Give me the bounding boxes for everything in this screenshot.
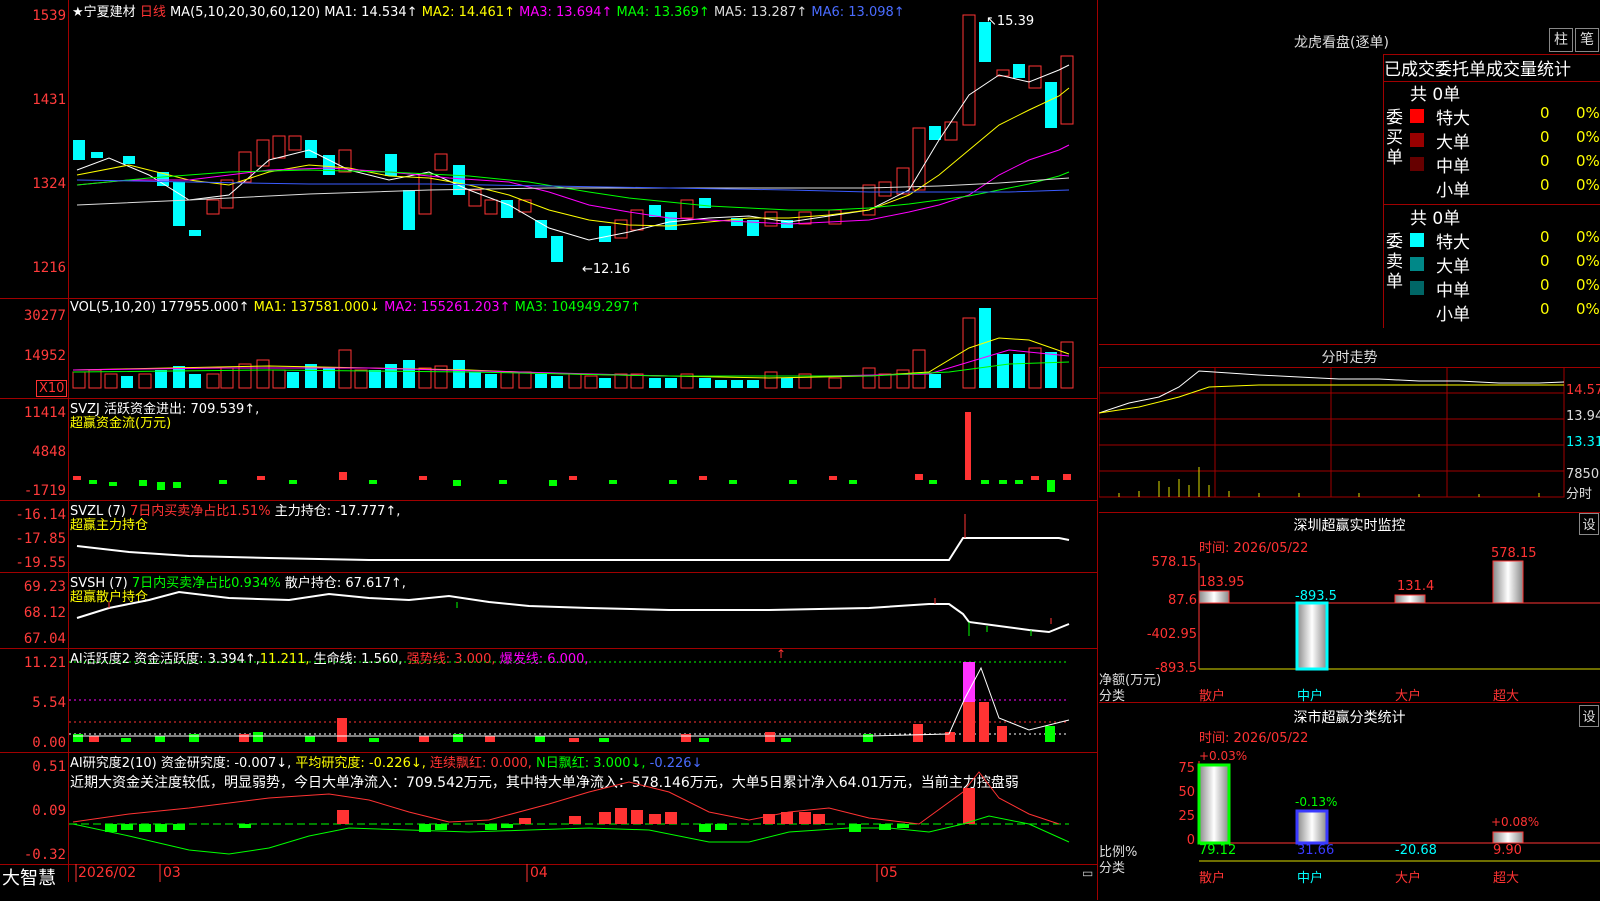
ai-research-chart [69, 771, 1070, 855]
svsh-chart [76, 590, 1070, 636]
monitor-value: 183.95 [1199, 575, 1245, 590]
classify-top-value: +0.03% [1199, 749, 1248, 763]
classify-category: 散户 [1199, 871, 1226, 886]
classify-chart [1197, 761, 1600, 862]
vol-unit[interactable]: X10 [36, 380, 68, 397]
sell-side-label: 委卖单 [1386, 232, 1403, 292]
lhb-title: 龙虎看盘(逐单) [1294, 35, 1389, 51]
vol-y-label: 30277 [23, 308, 66, 324]
tab-volume[interactable]: 成交量 [1486, 60, 1537, 80]
svzl-y-label: -16.14 [15, 507, 66, 523]
ai-research-y-label: -0.32 [23, 847, 66, 863]
volume-chart [72, 308, 1074, 389]
classify-bottom-value: -20.68 [1395, 843, 1437, 858]
bar-mode-button[interactable]: 柱 [1549, 28, 1573, 52]
sell-total: 共 0单 [1410, 209, 1461, 229]
candle-group [73, 14, 1074, 262]
classify-top-value: -0.13% [1295, 795, 1338, 809]
ai-active-y-label: 11.21 [23, 655, 66, 671]
sell-orders-box: 委卖单 共 0单 特大 0 0% 大单 0 0% 中单 0 0% 小单 0 0% [1383, 204, 1600, 328]
classify-category: 超大 [1493, 871, 1520, 886]
svzj-y-label: 4848 [32, 444, 66, 460]
ai-active-y-label: 0.00 [32, 735, 66, 751]
ai-active-chart: ↑ [69, 648, 1070, 742]
classify-category: 大户 [1395, 871, 1422, 886]
lhb-tabs: 已成交委托单成交量统计 [1383, 54, 1600, 82]
ma2-line [76, 87, 1070, 227]
monitor-chart [1198, 560, 1600, 671]
buy-side-label: 委买单 [1386, 108, 1403, 168]
kline-y-label: 1324 [32, 176, 66, 192]
swatch [1410, 133, 1424, 147]
svsh-y-label: 68.12 [23, 605, 66, 621]
classify-section[interactable]: 深市超赢分类统计 设 时间: 2026/05/22 75 50 25 0 比例%… [1099, 702, 1600, 901]
tab-filled[interactable]: 已成交 [1384, 60, 1435, 80]
svg-text:↑: ↑ [776, 648, 786, 661]
monitor-value: 131.4 [1397, 579, 1435, 594]
vol-y-label: 14952 [23, 348, 66, 364]
intraday-y-label: 13.94 [1566, 409, 1600, 424]
kline-y-label: 1539 [32, 8, 66, 24]
classify-bottom-value: 79.12 [1199, 843, 1237, 858]
tab-orders[interactable]: 委托单 [1435, 60, 1486, 80]
buy-total: 共 0单 [1410, 85, 1461, 105]
buy-orders-box: 委买单 共 0单 特大 0 0% 大单 0 0% 中单 0 0% 小单 0 0% [1383, 80, 1600, 205]
swatch [1410, 157, 1424, 171]
svzl-y-label: -17.85 [15, 531, 66, 547]
date-tick-marks [75, 864, 878, 882]
classify-top-value: +0.08% [1491, 815, 1540, 829]
monitor-value: -893.5 [1295, 589, 1337, 604]
intraday-title: 分时走势 [1099, 347, 1600, 368]
classify-category: 中户 [1297, 871, 1324, 886]
ai-active-y-label: 5.54 [32, 695, 66, 711]
intraday-vol-unit: 分时 [1566, 487, 1593, 502]
ai-research-y-label: 0.51 [32, 759, 66, 775]
tick-mode-button[interactable]: 笔 [1575, 28, 1599, 52]
kline-chart[interactable] [69, 0, 1097, 298]
swatch [1410, 257, 1424, 271]
intraday-vol-label: 7850 [1566, 467, 1600, 482]
swatch [1410, 281, 1424, 295]
intraday-chart [1099, 367, 1565, 498]
svzl-chart [76, 514, 1070, 561]
svzj-y-label: -1719 [23, 483, 66, 499]
lock-icon[interactable]: ▭ [1082, 866, 1093, 880]
ma1-line [76, 64, 1070, 241]
monitor-value: 578.15 [1491, 546, 1537, 561]
kline-y-label: 1431 [32, 92, 66, 108]
lhb-section: 龙虎看盘(逐单) 柱 笔 已成交委托单成交量统计 委买单 共 0单 特大 0 0% … [1099, 0, 1600, 344]
classify-bottom-value: 9.90 [1493, 843, 1522, 858]
svsh-y-label: 69.23 [23, 579, 66, 595]
svsh-y-label: 67.04 [23, 631, 66, 647]
intraday-section[interactable]: 分时走势 14.57 13.94 13.31 7850 分时 [1099, 344, 1600, 513]
sell-rows: 特大 0 0% 大单 0 0% 中单 0 0% 小单 0 0% [1410, 228, 1600, 325]
ai-research-y-label: 0.09 [32, 803, 66, 819]
swatch [1410, 109, 1424, 123]
svzj-chart [73, 412, 1071, 492]
kline-y-label: 1216 [32, 260, 66, 276]
svzl-y-label: -19.55 [15, 555, 66, 571]
tab-stats[interactable]: 统计 [1537, 60, 1571, 80]
classify-bottom-value: 31.66 [1297, 843, 1335, 858]
swatch [1410, 233, 1424, 247]
buy-rows: 特大 0 0% 大单 0 0% 中单 0 0% 小单 0 0% [1410, 104, 1600, 201]
intraday-y-label: 14.57 [1566, 383, 1600, 398]
intraday-y-label: 13.31 [1566, 435, 1600, 450]
svzj-y-label: 11414 [23, 405, 66, 421]
monitor-section[interactable]: 深圳超赢实时监控 设 时间: 2026/05/22 578.15 87.6 -4… [1099, 512, 1600, 704]
